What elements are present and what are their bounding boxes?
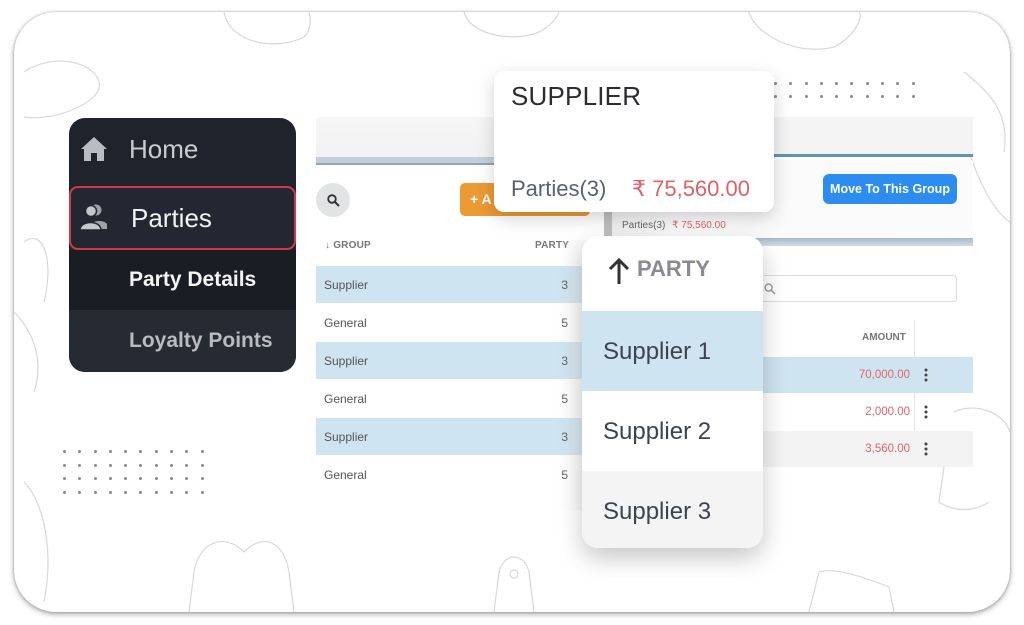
group-total-amount: ₹ 75,560.00	[632, 176, 750, 201]
party-search-input[interactable]	[745, 275, 957, 302]
sidebar-item-home[interactable]: Home	[69, 118, 296, 180]
doodle-shoe3-icon	[493, 556, 535, 612]
doodle-pant-left-icon	[23, 481, 49, 603]
sidebar-item-label: Party Details	[129, 268, 257, 291]
party-amount: 2,000.00	[865, 406, 910, 418]
party-amount: 3,560.00	[865, 443, 910, 455]
party-header-label: PARTY	[637, 256, 710, 281]
group-name: Supplier	[324, 278, 369, 292]
group-name: General	[324, 468, 367, 482]
amount-table-row[interactable]: 3,560.00	[740, 431, 973, 467]
sidebar-item-loyalty-points[interactable]: Loyalty Points	[69, 310, 296, 372]
more-options-icon[interactable]	[924, 368, 928, 382]
search-icon	[764, 283, 776, 295]
group-table-row[interactable]: Supplier3	[316, 342, 584, 379]
detail-total-amount: ₹ 75,560.00	[672, 220, 726, 231]
group-table-row[interactable]: General5	[316, 304, 584, 341]
doodle-shirt-icon	[748, 12, 861, 50]
sidebar: Home Parties Party Details Loyalty Point…	[69, 118, 296, 372]
party-list-card: PARTY Supplier 1 Supplier 2 Supplier 3	[582, 236, 763, 548]
more-options-icon[interactable]	[924, 405, 928, 419]
doodle-skirt-icon	[808, 570, 895, 612]
group-name: Supplier	[324, 430, 369, 444]
group-column-header[interactable]: ↓ GROUP	[325, 240, 371, 251]
doodle-garment-left-icon	[14, 237, 49, 393]
group-table-row[interactable]: Supplier3	[316, 418, 584, 455]
sidebar-item-parties[interactable]: Parties	[69, 186, 296, 250]
party-column-header-sortable[interactable]: PARTY	[582, 236, 763, 311]
sidebar-item-label: Parties	[131, 202, 212, 233]
doodle-shoe-icon	[23, 60, 100, 119]
search-icon	[326, 193, 340, 207]
arrow-up-icon	[608, 257, 630, 284]
group-panel-header-bar	[316, 117, 496, 165]
supplier-group-card[interactable]: SUPPLIER Parties(3) ₹ 75,560.00	[494, 71, 774, 212]
home-icon	[81, 137, 107, 161]
more-options-icon[interactable]	[924, 442, 928, 456]
arrow-down-icon: ↓	[325, 240, 331, 251]
group-search-button[interactable]	[316, 183, 350, 217]
group-name: Supplier	[324, 354, 369, 368]
group-title: SUPPLIER	[511, 81, 642, 111]
doodle-shoe2-icon	[463, 12, 560, 38]
decorative-dot-grid-left	[63, 450, 204, 494]
party-list-item[interactable]: Supplier 3	[582, 471, 763, 548]
amount-table-row[interactable]: 2,000.00	[740, 394, 973, 430]
sidebar-item-label: Loyalty Points	[129, 329, 273, 352]
sidebar-item-party-details[interactable]: Party Details	[69, 250, 296, 310]
party-amount: 70,000.00	[858, 369, 910, 381]
party-list-item[interactable]: Supplier 1	[582, 311, 763, 391]
decorative-dot-grid-top	[774, 82, 915, 98]
group-table-row[interactable]: General5	[316, 380, 584, 417]
amount-column-header[interactable]: AMOUNT	[862, 332, 906, 343]
doodle-hat-icon	[223, 12, 311, 45]
doodle-sweater-icon	[188, 541, 295, 612]
group-name: General	[324, 316, 367, 330]
detail-parties-count: Parties(3)	[622, 220, 666, 231]
party-list-item[interactable]: Supplier 2	[582, 391, 763, 471]
group-table-row[interactable]: Supplier3	[316, 266, 584, 303]
group-name: General	[324, 392, 367, 406]
group-parties-count: Parties(3)	[511, 176, 607, 201]
detail-summary: Parties(3) ₹ 75,560.00	[622, 220, 726, 231]
move-to-this-group-button[interactable]: Move To This Group	[823, 174, 957, 204]
sidebar-item-label: Home	[129, 133, 199, 164]
amount-table-row[interactable]: 70,000.00	[740, 357, 973, 393]
users-icon	[79, 204, 107, 231]
group-table-row[interactable]: General5	[316, 456, 584, 493]
